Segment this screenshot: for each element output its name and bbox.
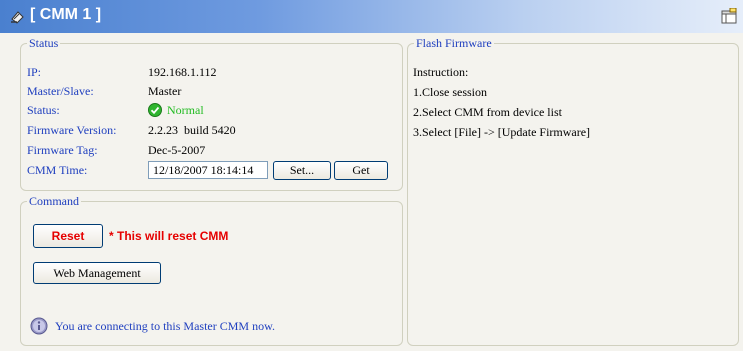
reset-button[interactable]: Reset (33, 224, 103, 248)
instruction-heading: Instruction: (413, 65, 469, 79)
fw-tag-label: Firmware Tag: (27, 143, 98, 157)
web-management-button[interactable]: Web Management (33, 262, 161, 284)
cmm-time-label: CMM Time: (27, 163, 88, 177)
window-icon[interactable] (721, 8, 737, 24)
fw-version-label: Firmware Version: (27, 123, 117, 137)
fw-tag-value: Dec-5-2007 (148, 143, 206, 157)
flash-firmware-group: Flash Firmware (407, 36, 739, 346)
flash-legend: Flash Firmware (416, 36, 492, 50)
status-value: Normal (167, 103, 204, 117)
ip-value: 192.168.1.112 (148, 65, 217, 79)
title-bar: [ CMM 1 ] (0, 0, 743, 33)
instruction-step-1: 1.Close session (413, 85, 488, 99)
status-ok-icon (148, 103, 162, 117)
reset-warning: * This will reset CMM (109, 229, 229, 243)
ip-label: IP: (27, 65, 42, 79)
connection-info-text: You are connecting to this Master CMM no… (55, 319, 275, 333)
cmm-device-icon (11, 11, 24, 24)
status-legend: Status (29, 36, 59, 50)
window-title: [ CMM 1 ] (30, 6, 102, 23)
status-label: Status: (27, 103, 60, 117)
fw-version-value: 2.2.23 build 5420 (148, 123, 236, 137)
get-time-button[interactable]: Get (334, 161, 388, 180)
role-label: Master/Slave: (27, 84, 94, 98)
info-icon (30, 317, 48, 335)
instruction-step-3: 3.Select [File] -> [Update Firmware] (413, 125, 591, 139)
instruction-step-2: 2.Select CMM from device list (413, 105, 562, 119)
role-value: Master (148, 84, 182, 98)
cmm-time-field[interactable]: 12/18/2007 18:14:14 (148, 161, 268, 179)
set-time-button[interactable]: Set... (273, 161, 331, 180)
command-legend: Command (29, 194, 79, 208)
